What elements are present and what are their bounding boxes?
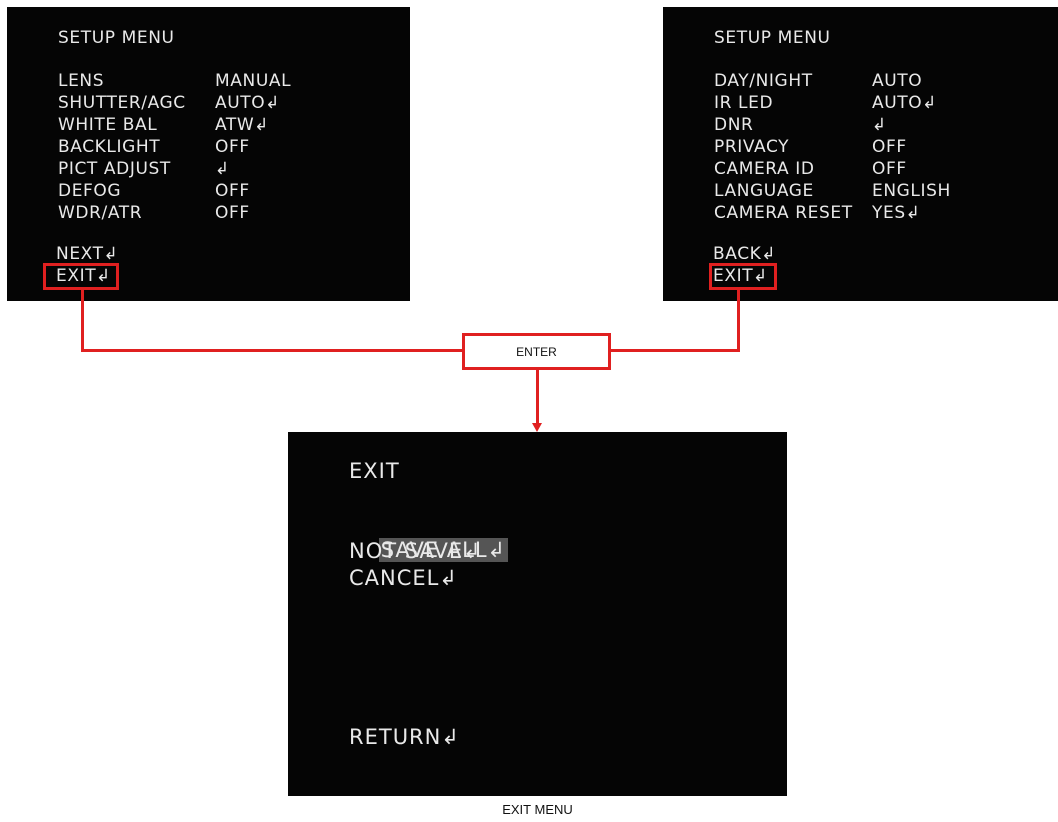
menu-item-label-camera-id[interactable]: CAMERA ID	[714, 158, 815, 180]
menu-item-label-defog[interactable]: DEFOG	[58, 180, 121, 202]
menu-item-value-lens: MANUAL	[215, 71, 292, 91]
menu-item-value-ir-led: AUTO↲	[872, 93, 938, 113]
menu-item-label-dnr[interactable]: DNR	[714, 114, 753, 136]
menu-item-label-wdr-atr[interactable]: WDR/ATR	[58, 202, 142, 224]
menu-item-label-day-night[interactable]: DAY/NIGHT	[714, 70, 813, 92]
exit-menu-caption: EXIT MENU	[502, 802, 573, 817]
next-item[interactable]: NEXT↲	[56, 243, 118, 265]
menu-item-value-day-night: AUTO	[872, 71, 923, 91]
setup-menu-title: SETUP MENU	[58, 28, 175, 48]
connector-line-right-vertical	[737, 290, 740, 352]
menu-item-value-wdr-atr: OFF	[215, 203, 250, 223]
back-item[interactable]: BACK↲	[713, 243, 776, 265]
setup-menu-title: SETUP MENU	[714, 28, 831, 48]
return-option[interactable]: RETURN↲	[349, 724, 460, 750]
enter-label-box: ENTER	[462, 333, 611, 370]
enter-label: ENTER	[516, 344, 557, 359]
menu-item-label-white-bal[interactable]: WHITE BAL	[58, 114, 157, 136]
menu-item-label-privacy[interactable]: PRIVACY	[714, 136, 789, 158]
not-save-option[interactable]: NOT SAVE↲	[349, 538, 482, 564]
menu-item-value-language: ENGLISH	[872, 181, 951, 201]
setup-menu-screen-1: SETUP MENU LENS MANUAL SHUTTER/AGC AUTO↲…	[7, 7, 410, 301]
setup-menu-screen-2: SETUP MENU DAY/NIGHT AUTO IR LED AUTO↲ D…	[663, 7, 1058, 301]
menu-item-value-shutter-agc: AUTO↲	[215, 93, 281, 113]
menu-item-value-dnr: ↲	[872, 115, 887, 135]
menu-item-label-ir-led[interactable]: IR LED	[714, 92, 773, 114]
menu-item-value-backlight: OFF	[215, 137, 250, 157]
exit-menu-screen: EXIT SAVE ALL↲ NOT SAVE↲ CANCEL↲ RETURN↲	[288, 432, 787, 796]
menu-item-value-white-bal: ATW↲	[215, 115, 270, 135]
exit-highlight-box-right	[709, 263, 777, 290]
menu-item-label-camera-reset[interactable]: CAMERA RESET	[714, 202, 853, 224]
connector-line-down	[536, 370, 539, 424]
connector-line-left-vertical	[81, 290, 84, 352]
menu-item-label-shutter-agc[interactable]: SHUTTER/AGC	[58, 92, 186, 114]
menu-item-label-backlight[interactable]: BACKLIGHT	[58, 136, 160, 158]
menu-item-value-camera-id: OFF	[872, 159, 907, 179]
menu-item-label-language[interactable]: LANGUAGE	[714, 180, 814, 202]
connector-line-right-horizontal	[610, 349, 740, 352]
menu-item-label-pict-adjust[interactable]: PICT ADJUST	[58, 158, 171, 180]
cancel-option[interactable]: CANCEL↲	[349, 565, 458, 591]
menu-item-value-defog: OFF	[215, 181, 250, 201]
menu-item-label-lens[interactable]: LENS	[58, 70, 104, 92]
connector-line-left-horizontal	[81, 349, 463, 352]
exit-highlight-box-left	[43, 263, 119, 290]
menu-item-value-camera-reset: YES↲	[872, 203, 921, 223]
menu-item-value-privacy: OFF	[872, 137, 907, 157]
menu-item-value-pict-adjust: ↲	[215, 159, 230, 179]
exit-menu-title: EXIT	[349, 459, 400, 483]
arrow-down-icon	[532, 423, 542, 432]
